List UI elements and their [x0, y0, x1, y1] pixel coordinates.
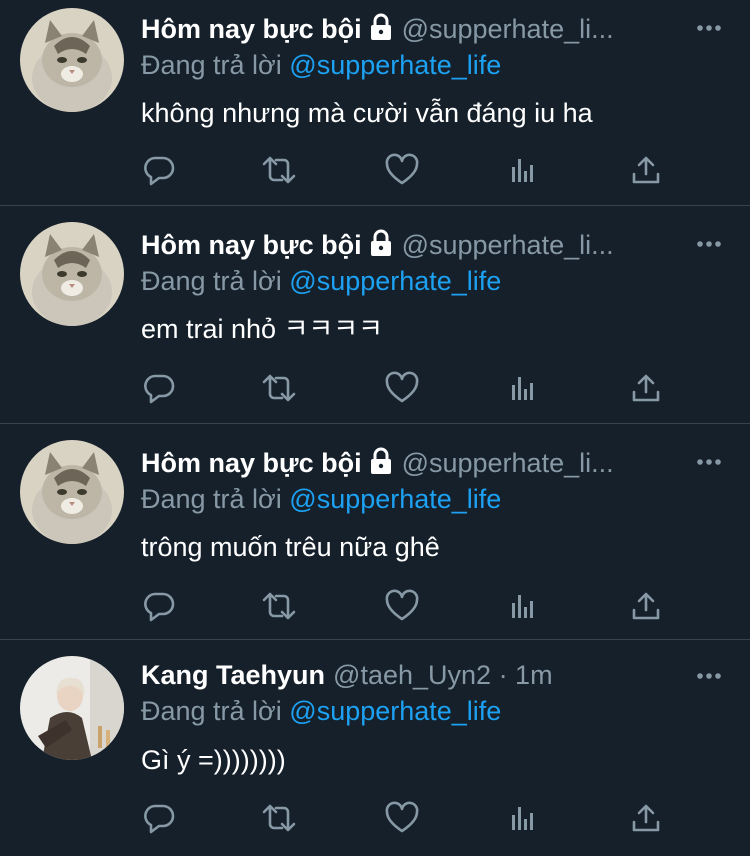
share-icon	[632, 592, 660, 620]
display-name[interactable]: Hôm nay bực bội	[141, 230, 362, 260]
share-icon	[632, 804, 660, 832]
like-icon	[385, 801, 419, 833]
tweet[interactable]: Hôm nay bực bội @supperhate_li... Đang tr…	[0, 0, 750, 206]
avatar[interactable]	[20, 656, 124, 760]
replying-to-label: Đang trả lời	[141, 50, 282, 80]
retweet-icon	[262, 592, 296, 620]
like-icon	[385, 589, 419, 621]
reply-button[interactable]	[141, 588, 177, 624]
analytics-button[interactable]	[506, 800, 542, 836]
reply-mention-link[interactable]: @supperhate_life	[289, 50, 501, 80]
lock-icon	[370, 13, 391, 40]
reply-icon	[144, 374, 175, 404]
analytics-button[interactable]	[506, 152, 542, 188]
share-icon	[632, 374, 660, 402]
user-handle[interactable]: @supperhate_li...	[402, 14, 614, 44]
tweet-header: Kang Taehyun @taeh_Uyn2 · 1m	[141, 658, 690, 692]
reply-mention-link[interactable]: @supperhate_life	[289, 266, 501, 296]
tweet-text: trông muốn trêu nữa ghê	[141, 532, 440, 562]
tweet-actions	[141, 370, 681, 410]
analytics-icon	[512, 377, 533, 400]
retweet-button[interactable]	[261, 800, 297, 836]
share-button[interactable]	[628, 800, 664, 836]
like-button[interactable]	[384, 152, 420, 188]
tweet-text: em trai nhỏ ㅋㅋㅋㅋ	[141, 314, 383, 344]
replying-to-label: Đang trả lời	[141, 696, 282, 726]
cat-avatar-image	[20, 440, 124, 544]
tweet-actions	[141, 152, 681, 192]
replying-to-label: Đang trả lời	[141, 266, 282, 296]
reply-button[interactable]	[141, 370, 177, 406]
tweet-actions	[141, 588, 681, 628]
user-handle[interactable]: @taeh_Uyn2	[333, 660, 491, 690]
tweet[interactable]: Hôm nay bực bội @supperhate_li... Đang tr…	[0, 424, 750, 640]
tweet-feed: Hôm nay bực bội @supperhate_li... Đang tr…	[0, 0, 750, 856]
tweet[interactable]: Kang Taehyun @taeh_Uyn2 · 1m Đang trả lời…	[0, 640, 750, 856]
avatar[interactable]	[20, 8, 124, 112]
tweet-actions	[141, 800, 681, 840]
replying-to: Đang trả lời @supperhate_life	[141, 482, 501, 516]
replying-to-label: Đang trả lời	[141, 484, 282, 514]
reply-button[interactable]	[141, 800, 177, 836]
share-button[interactable]	[628, 370, 664, 406]
display-name[interactable]: Kang Taehyun	[141, 660, 325, 690]
like-icon	[385, 153, 419, 185]
like-button[interactable]	[384, 370, 420, 406]
cat-avatar-image	[20, 222, 124, 326]
more-icon[interactable]	[696, 664, 722, 688]
tweet-text: Gì ý =))))))))	[141, 745, 286, 775]
analytics-button[interactable]	[506, 370, 542, 406]
user-handle[interactable]: @supperhate_li...	[402, 230, 614, 260]
retweet-button[interactable]	[261, 370, 297, 406]
avatar[interactable]	[20, 222, 124, 326]
like-icon	[385, 371, 419, 403]
retweet-button[interactable]	[261, 588, 297, 624]
share-icon	[632, 156, 660, 184]
more-icon[interactable]	[696, 450, 722, 474]
display-name[interactable]: Hôm nay bực bội	[141, 14, 362, 44]
retweet-icon	[262, 804, 296, 832]
analytics-icon	[512, 595, 533, 618]
reply-icon	[144, 592, 175, 622]
share-button[interactable]	[628, 152, 664, 188]
analytics-icon	[512, 807, 533, 830]
retweet-icon	[262, 156, 296, 184]
tweet-header: Hôm nay bực bội @supperhate_li...	[141, 228, 690, 262]
like-button[interactable]	[384, 588, 420, 624]
timestamp[interactable]: · 1m	[499, 660, 553, 690]
retweet-button[interactable]	[261, 152, 297, 188]
retweet-icon	[262, 374, 296, 402]
tweet-header: Hôm nay bực bội @supperhate_li...	[141, 446, 690, 480]
share-button[interactable]	[628, 588, 664, 624]
like-button[interactable]	[384, 800, 420, 836]
replying-to: Đang trả lời @supperhate_life	[141, 694, 501, 728]
replying-to: Đang trả lời @supperhate_life	[141, 264, 501, 298]
more-icon[interactable]	[696, 232, 722, 256]
replying-to: Đang trả lời @supperhate_life	[141, 48, 501, 82]
cat-avatar-image	[20, 8, 124, 112]
analytics-icon	[512, 159, 533, 182]
reply-button[interactable]	[141, 152, 177, 188]
analytics-button[interactable]	[506, 588, 542, 624]
reply-mention-link[interactable]: @supperhate_life	[289, 696, 501, 726]
tweet-header: Hôm nay bực bội @supperhate_li...	[141, 12, 690, 46]
tweet-text: không nhưng mà cười vẫn đáng iu ha	[141, 98, 593, 128]
reply-mention-link[interactable]: @supperhate_life	[289, 484, 501, 514]
tweet[interactable]: Hôm nay bực bội @supperhate_li... Đang tr…	[0, 206, 750, 424]
lock-icon	[370, 229, 391, 256]
person-avatar-image	[20, 656, 124, 760]
avatar[interactable]	[20, 440, 124, 544]
reply-icon	[144, 804, 175, 834]
lock-icon	[370, 447, 391, 474]
more-icon[interactable]	[696, 16, 722, 40]
reply-icon	[144, 156, 175, 186]
user-handle[interactable]: @supperhate_li...	[402, 448, 614, 478]
display-name[interactable]: Hôm nay bực bội	[141, 448, 362, 478]
